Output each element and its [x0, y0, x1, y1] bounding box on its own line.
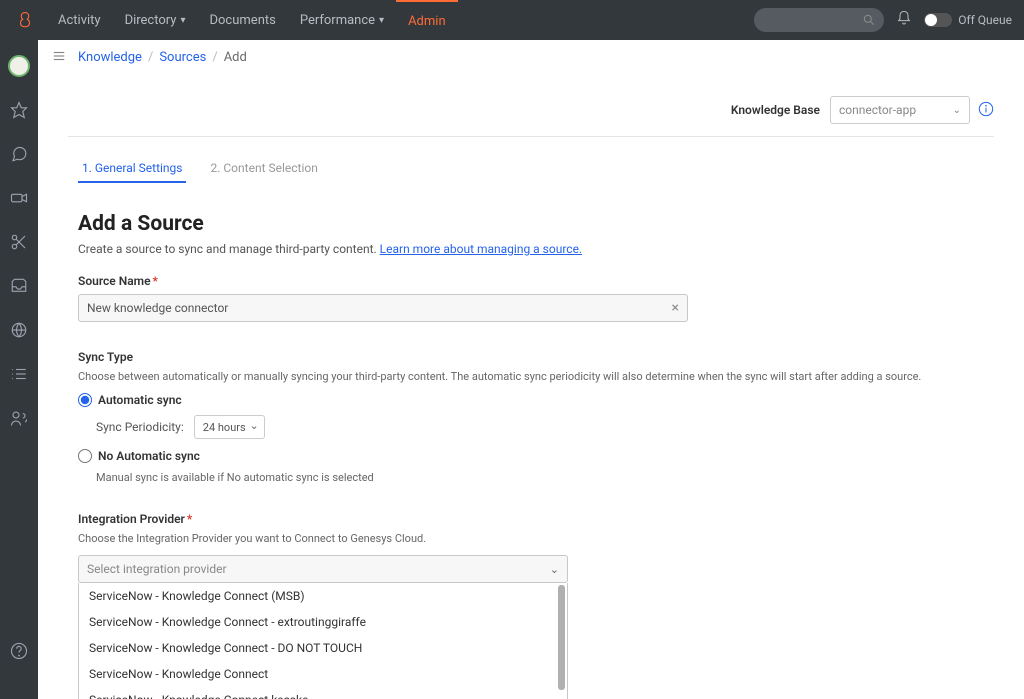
nav-performance-label: Performance — [300, 13, 375, 28]
inbox-icon[interactable] — [7, 274, 31, 298]
no-auto-sync-radio[interactable] — [78, 449, 92, 463]
provider-option[interactable]: ServiceNow - Knowledge Connect - DO NOT … — [79, 635, 567, 661]
sync-periodicity-row: Sync Periodicity: 24 hours — [96, 415, 978, 439]
queue-toggle[interactable] — [924, 13, 952, 27]
page-desc-text: Create a source to sync and manage third… — [78, 242, 380, 256]
provider-placeholder: Select integration provider — [87, 562, 227, 576]
logo-icon — [12, 7, 38, 33]
learn-more-link[interactable]: Learn more about managing a source. — [380, 242, 582, 256]
nav-activity[interactable]: Activity — [46, 0, 113, 40]
scissors-icon[interactable] — [7, 230, 31, 254]
sync-type-label: Sync Type — [78, 350, 978, 364]
integration-provider-section: Integration Provider* Choose the Integra… — [78, 512, 978, 699]
search-icon — [862, 13, 876, 27]
nav-directory[interactable]: Directory▾ — [113, 0, 198, 40]
top-nav: Activity Directory▾ Documents Performanc… — [0, 0, 1024, 40]
search-input[interactable] — [754, 8, 884, 32]
auto-sync-radio-row: Automatic sync — [78, 393, 978, 407]
breadcrumb: Knowledge / Sources / Add — [38, 40, 1024, 76]
kb-select-value: connector-app — [839, 103, 916, 117]
breadcrumb-knowledge[interactable]: Knowledge — [78, 50, 142, 65]
left-sidebar — [0, 40, 38, 699]
scrollbar-thumb[interactable] — [558, 585, 565, 690]
no-auto-sync-radio-row: No Automatic sync — [78, 449, 978, 463]
avatar[interactable] — [7, 54, 31, 78]
nav-directory-label: Directory — [125, 13, 177, 28]
tab-general-settings[interactable]: 1. General Settings — [78, 155, 186, 183]
source-name-input[interactable]: New knowledge connector × — [78, 294, 688, 322]
nav-performance[interactable]: Performance ▾ — [288, 0, 396, 40]
video-icon[interactable] — [7, 186, 31, 210]
kb-select[interactable]: connector-app ⌄ — [830, 96, 970, 124]
source-name-value: New knowledge connector — [87, 301, 228, 315]
main-content: Knowledge / Sources / Add Knowledge Base… — [38, 40, 1024, 699]
kb-selector-row: Knowledge Base connector-app ⌄ — [38, 76, 1024, 124]
provider-option[interactable]: ServiceNow - Knowledge Connect - extrout… — [79, 609, 567, 635]
help-icon[interactable] — [7, 639, 31, 663]
sync-period-select[interactable]: 24 hours — [194, 415, 265, 439]
clear-icon[interactable]: × — [672, 300, 679, 316]
star-icon[interactable] — [7, 98, 31, 122]
breadcrumb-sep: / — [148, 50, 153, 65]
manual-sync-note: Manual sync is available if No automatic… — [96, 471, 978, 484]
sync-period-label: Sync Periodicity: — [96, 420, 184, 434]
nav-documents-label: Documents — [209, 13, 275, 28]
breadcrumb-sep: / — [212, 50, 217, 65]
breadcrumb-current: Add — [224, 50, 247, 65]
chevron-down-icon: ⌄ — [953, 105, 961, 116]
nav-admin-label: Admin — [408, 14, 446, 29]
kb-label: Knowledge Base — [731, 103, 820, 117]
auto-sync-radio[interactable] — [78, 393, 92, 407]
list-icon[interactable] — [7, 362, 31, 386]
chevron-down-icon: ⌄ — [550, 563, 559, 576]
no-auto-sync-label: No Automatic sync — [98, 449, 200, 463]
source-name-label: Source Name* — [78, 274, 978, 288]
provider-option[interactable]: ServiceNow - Knowledge Connect — [79, 661, 567, 687]
provider-label: Integration Provider* — [78, 512, 978, 526]
chevron-down-icon: ▾ — [379, 15, 384, 26]
queue-label: Off Queue — [958, 13, 1012, 27]
sync-period-value: 24 hours — [203, 421, 246, 434]
provider-desc: Choose the Integration Provider you want… — [78, 532, 978, 545]
globe-icon[interactable] — [7, 318, 31, 342]
provider-select[interactable]: Select integration provider ⌄ — [78, 555, 568, 583]
people-icon[interactable] — [7, 406, 31, 430]
source-name-section: Source Name* New knowledge connector × — [78, 274, 978, 322]
provider-dropdown: ServiceNow - Knowledge Connect (MSB) Ser… — [78, 583, 568, 699]
sync-type-section: Sync Type Choose between automatically o… — [78, 350, 978, 484]
breadcrumb-sources[interactable]: Sources — [159, 50, 206, 65]
tabs: 1. General Settings 2. Content Selection — [78, 155, 978, 183]
chevron-down-icon: ▾ — [180, 15, 185, 26]
auto-sync-label: Automatic sync — [98, 393, 182, 407]
nav-activity-label: Activity — [58, 13, 101, 28]
provider-option[interactable]: ServiceNow - Knowledge Connect (MSB) — [79, 583, 567, 609]
page-desc: Create a source to sync and manage third… — [78, 242, 978, 256]
chat-icon[interactable] — [7, 142, 31, 166]
hamburger-icon[interactable] — [52, 49, 66, 67]
tab-content-selection[interactable]: 2. Content Selection — [206, 155, 321, 183]
notifications-icon[interactable] — [896, 10, 912, 30]
provider-option[interactable]: ServiceNow - Knowledge Connect kecske — [79, 687, 567, 699]
nav-documents[interactable]: Documents — [197, 0, 287, 40]
page-title: Add a Source — [78, 212, 978, 236]
sync-type-desc: Choose between automatically or manually… — [78, 370, 978, 383]
nav-admin[interactable]: Admin — [396, 0, 458, 40]
info-icon[interactable] — [978, 101, 994, 120]
